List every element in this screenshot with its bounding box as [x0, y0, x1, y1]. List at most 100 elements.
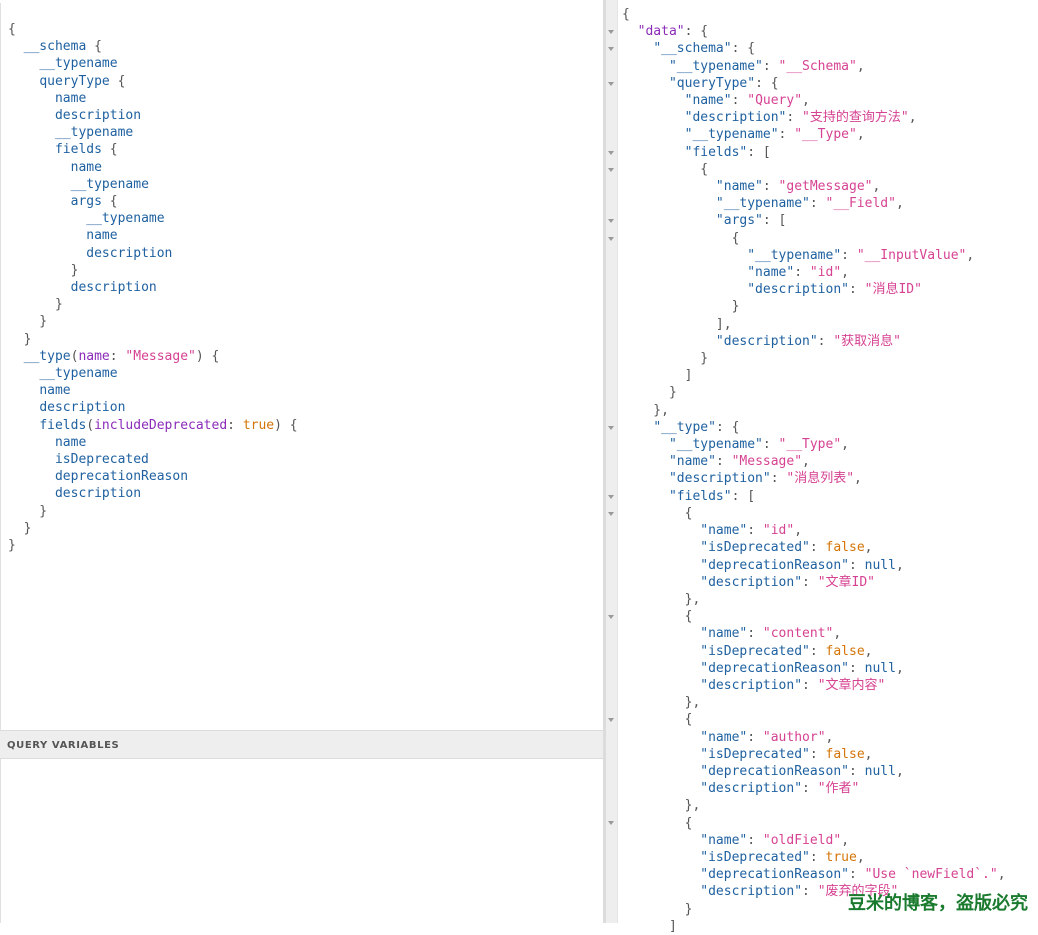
result-token: :: [817, 333, 834, 349]
fold-arrow-icon[interactable]: [608, 150, 614, 155]
result-token: [622, 540, 700, 555]
result-token: [622, 523, 700, 538]
result-token: :: [849, 660, 865, 676]
query-token: [8, 228, 86, 243]
result-token: ,: [825, 729, 834, 745]
result-token: "name": [700, 729, 748, 745]
result-line: "description": "消息列表",: [622, 470, 1006, 487]
result-token: "isDeprecated": [700, 643, 810, 659]
result-token: ,: [856, 58, 865, 74]
result-token: "Message": [731, 454, 803, 470]
result-token: "description": [684, 110, 787, 126]
result-token: {: [622, 815, 693, 831]
result-token: [622, 833, 700, 848]
result-token: "__typename": [668, 437, 763, 453]
result-token: :: [809, 746, 826, 762]
result-token: },: [622, 695, 701, 711]
query-editor-pane[interactable]: { __schema { __typename queryType { name…: [0, 3, 603, 730]
result-token: :: [809, 196, 826, 212]
result-token: [622, 437, 669, 452]
result-token: "description": [747, 282, 849, 298]
result-line: },: [622, 402, 1006, 419]
query-token: __schema: [23, 39, 87, 55]
query-variables-header[interactable]: QUERY VARIABLES: [0, 730, 603, 759]
result-line: "description": "文章内容": [622, 677, 1006, 694]
result-token: :: [762, 437, 779, 453]
query-token: name: [54, 434, 87, 450]
result-token: : {: [715, 419, 740, 435]
fold-arrow-icon[interactable]: [608, 81, 614, 86]
query-token: "Message": [125, 348, 196, 364]
query-token: }: [8, 520, 32, 536]
query-token: }: [8, 538, 16, 554]
result-token: "id": [809, 265, 842, 281]
query-variables-editor[interactable]: [0, 759, 603, 923]
fold-arrow-icon[interactable]: [608, 494, 614, 499]
query-line: name: [8, 434, 298, 451]
result-token: false: [825, 746, 865, 762]
query-line: __typename: [8, 176, 298, 193]
result-token: "content": [762, 626, 834, 642]
result-token: [622, 678, 700, 693]
result-line: {: [622, 608, 1006, 625]
result-token: ,: [895, 557, 904, 573]
query-token: isDeprecated: [54, 452, 149, 468]
result-token: :: [747, 626, 763, 642]
result-line: },: [622, 797, 1006, 814]
query-token: __typename: [39, 366, 118, 382]
result-token: [622, 661, 700, 676]
result-token: [622, 59, 669, 74]
result-token: "description": [700, 884, 803, 900]
result-token: :: [747, 832, 763, 848]
query-token: description: [54, 486, 142, 502]
fold-arrow-icon[interactable]: [608, 47, 614, 52]
fold-arrow-icon[interactable]: [608, 167, 614, 172]
result-line: "name": "Query",: [622, 92, 1006, 109]
query-token: description: [54, 108, 142, 124]
query-token: {: [8, 22, 16, 37]
result-token: [622, 781, 700, 796]
result-token: "__typename": [747, 247, 842, 263]
query-line: __typename: [8, 55, 298, 72]
result-token: "queryType": [668, 75, 756, 91]
result-token: "__typename": [668, 58, 763, 74]
fold-arrow-icon[interactable]: [608, 236, 614, 241]
result-token: [622, 76, 669, 91]
fold-arrow-icon[interactable]: [608, 511, 614, 516]
query-token: [8, 418, 39, 433]
result-token: :: [794, 265, 810, 281]
result-token: "name": [700, 523, 748, 539]
result-line: "__schema": {: [622, 40, 1006, 57]
query-token: {: [101, 194, 118, 210]
fold-arrow-icon[interactable]: [608, 219, 614, 224]
result-token: ,: [895, 660, 904, 676]
result-token: "__typename": [684, 127, 779, 143]
fold-arrow-icon[interactable]: [608, 821, 614, 826]
result-token: "deprecationReason": [700, 557, 849, 573]
result-token: "args": [715, 213, 763, 229]
result-line: {: [622, 161, 1006, 178]
query-token: [8, 125, 55, 140]
query-token: ) {: [274, 417, 298, 433]
query-token: description: [39, 400, 126, 416]
fold-arrow-icon[interactable]: [608, 425, 614, 430]
result-token: "description": [700, 677, 803, 693]
result-token: [622, 867, 700, 882]
fold-arrow-icon[interactable]: [608, 30, 614, 35]
query-editor[interactable]: { __schema { __typename queryType { name…: [8, 21, 298, 554]
query-token: [8, 74, 39, 89]
result-line: "__type": {: [622, 419, 1006, 436]
query-token: :: [227, 417, 243, 433]
query-token: [8, 108, 55, 123]
query-line: fields(includeDeprecated: true) {: [8, 417, 298, 434]
result-line: },: [622, 694, 1006, 711]
fold-arrow-icon[interactable]: [608, 615, 614, 619]
query-token: queryType: [39, 73, 110, 89]
result-token: "name": [700, 832, 748, 848]
result-token: :: [715, 454, 732, 470]
result-token: [622, 41, 653, 56]
query-token: fields: [39, 417, 87, 433]
result-token: ,: [997, 867, 1006, 883]
fold-arrow-icon[interactable]: [608, 718, 614, 723]
query-line: name: [8, 159, 298, 176]
